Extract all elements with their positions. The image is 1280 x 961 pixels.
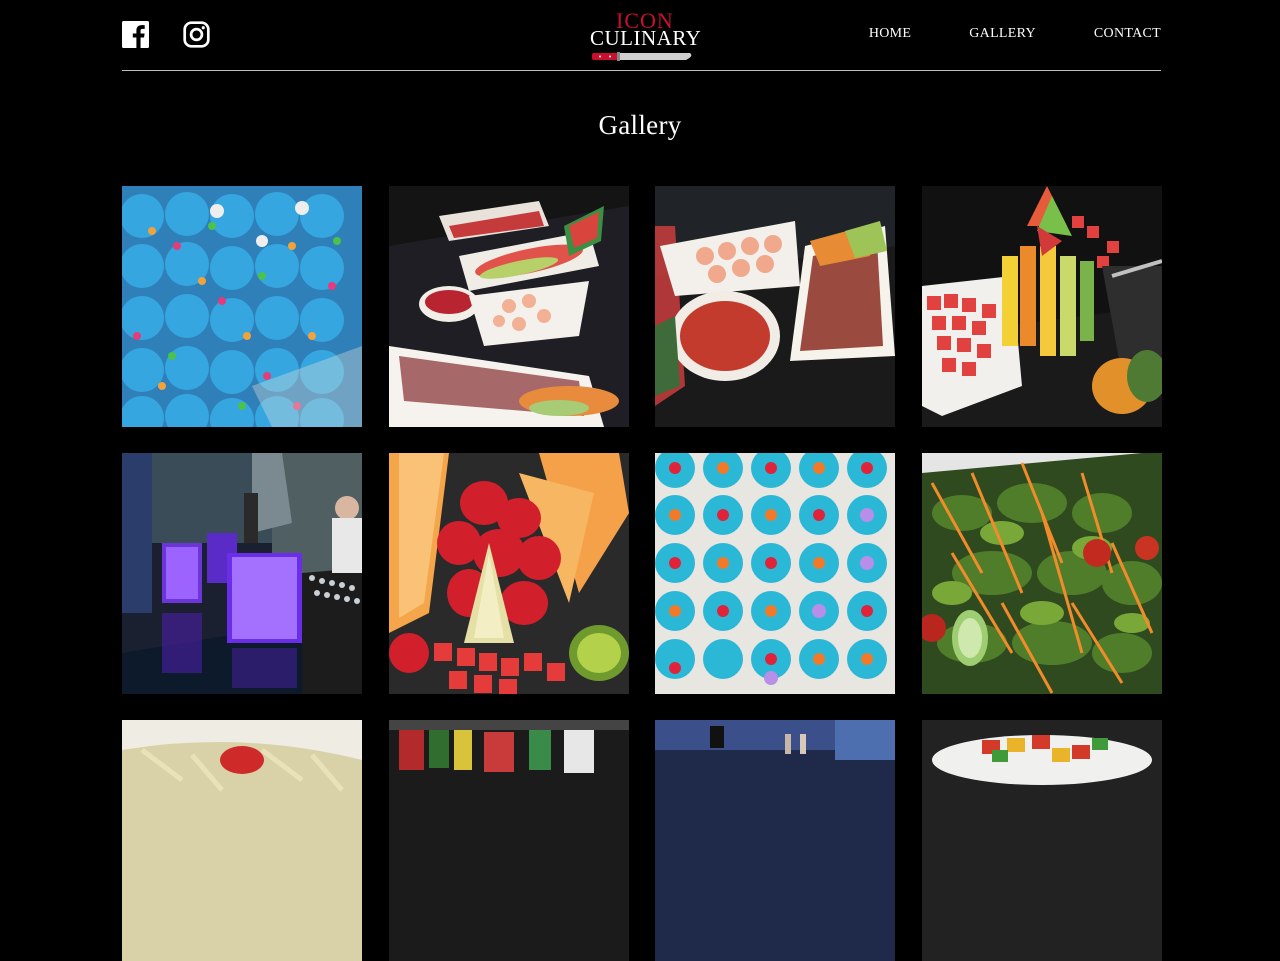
fruit-display-photo: [921, 186, 1162, 427]
gallery-image-cupcakes[interactable]: [122, 186, 362, 427]
instagram-icon: [183, 21, 210, 48]
gallery-image-lit-bar[interactable]: [122, 453, 362, 694]
instagram-link[interactable]: [183, 21, 210, 48]
gallery-image-stage-event[interactable]: [655, 720, 895, 961]
site-header: ICON CULINARY HOME GALLERY CONTACT: [122, 0, 1161, 71]
site-logo[interactable]: ICON CULINARY: [590, 8, 701, 62]
gallery-image-peppers[interactable]: [921, 720, 1162, 961]
gallery-image-shrimp-platter[interactable]: [655, 186, 895, 427]
gallery-image-buffet-table[interactable]: [388, 186, 629, 427]
facebook-icon: [122, 21, 149, 48]
salad-photo: [921, 453, 1162, 694]
nav-gallery[interactable]: GALLERY: [969, 26, 1036, 42]
gallery-image-blue-cookies[interactable]: [655, 453, 895, 694]
gallery-image-pasta[interactable]: [122, 720, 362, 961]
page-title: Gallery: [598, 110, 682, 140]
gallery-image-salad[interactable]: [921, 453, 1162, 694]
peppers-photo: [921, 720, 1162, 961]
buffet-table-photo: [388, 186, 629, 427]
gallery-image-fruit-display[interactable]: [921, 186, 1162, 427]
strawberry-melon-photo: [388, 453, 629, 694]
nav-contact[interactable]: CONTACT: [1094, 26, 1161, 42]
shrimp-platter-photo: [655, 186, 895, 427]
lit-bar-photo: [122, 453, 362, 694]
logo-word-culinary: CULINARY: [590, 26, 702, 50]
blue-cookies-photo: [655, 453, 895, 694]
gallery-image-bottles[interactable]: [388, 720, 629, 961]
bottles-photo: [388, 720, 629, 961]
gallery-grid: [122, 186, 1162, 961]
social-links: [122, 21, 210, 48]
cupcakes-photo: [122, 186, 362, 427]
pasta-photo: [122, 720, 362, 961]
facebook-link[interactable]: [122, 21, 149, 48]
gallery-image-strawberry-melon[interactable]: [388, 453, 629, 694]
main-nav: HOME GALLERY CONTACT: [869, 26, 1161, 42]
nav-home[interactable]: HOME: [869, 26, 911, 42]
knife-icon: [592, 52, 692, 61]
stage-event-photo: [655, 720, 895, 961]
